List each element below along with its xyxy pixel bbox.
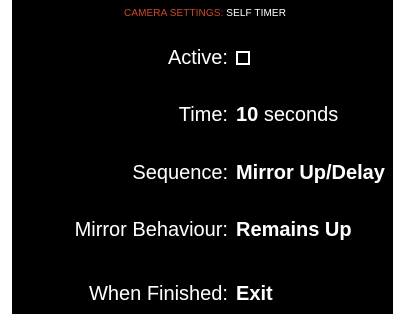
when-finished-value-text: Exit: [236, 283, 273, 305]
time-label: Time:: [178, 104, 228, 126]
active-checkbox[interactable]: [236, 51, 250, 65]
time-value-number: 10: [236, 104, 259, 126]
mirror-behaviour-value-text: Remains Up: [236, 219, 352, 241]
header-section-title: CAMERA SETTINGS:: [124, 8, 224, 19]
when-finished-value[interactable]: Exit: [236, 283, 273, 306]
sequence-label: Sequence:: [132, 162, 228, 184]
time-value-unit: seconds: [263, 104, 339, 126]
sequence-value-text: Mirror Up/Delay: [236, 162, 385, 184]
setting-row-sequence[interactable]: Sequence: Mirror Up/Delay: [12, 162, 393, 192]
time-value[interactable]: 10 seconds: [236, 104, 338, 127]
active-label: Active:: [167, 47, 228, 69]
mirror-behaviour-value[interactable]: Remains Up: [236, 219, 352, 242]
setting-row-active[interactable]: Active:: [12, 47, 393, 77]
header-subsection-title: SELF TIMER: [226, 8, 287, 19]
setting-row-when-finished[interactable]: When Finished: Exit: [12, 283, 393, 313]
when-finished-label: When Finished:: [89, 283, 228, 305]
active-value[interactable]: [236, 47, 250, 71]
setting-row-time[interactable]: Time: 10 seconds: [12, 104, 393, 134]
sequence-value[interactable]: Mirror Up/Delay: [236, 162, 385, 185]
screen-header: CAMERA SETTINGS: SELF TIMER: [124, 8, 286, 19]
camera-settings-screen: CAMERA SETTINGS: SELF TIMER Active: Time…: [12, 0, 393, 314]
mirror-behaviour-label: Mirror Behaviour:: [74, 219, 228, 241]
setting-row-mirror-behaviour[interactable]: Mirror Behaviour: Remains Up: [12, 219, 393, 249]
